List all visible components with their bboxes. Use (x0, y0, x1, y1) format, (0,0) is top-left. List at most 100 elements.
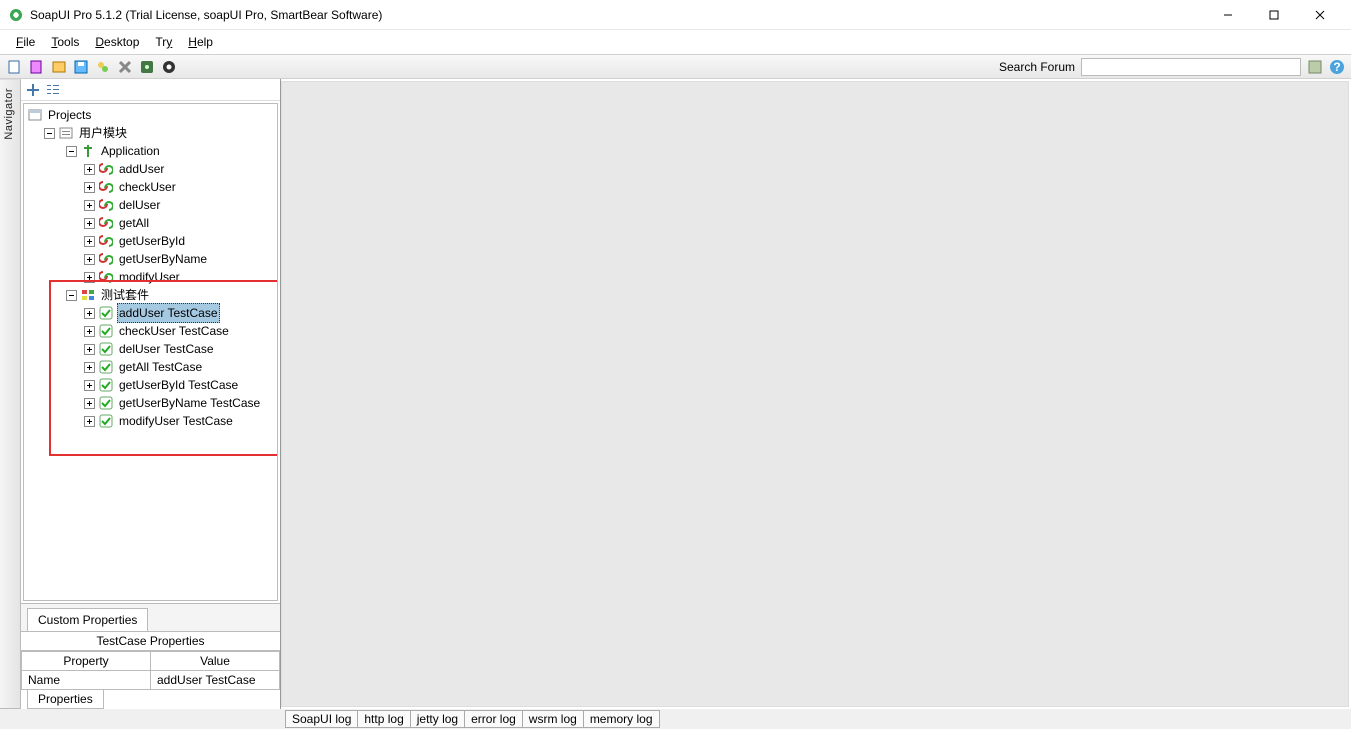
tree-testcase[interactable]: getUserById TestCase (26, 376, 275, 394)
search-area: Search Forum ? (999, 58, 1345, 76)
operation-icon (99, 252, 113, 266)
log-tab[interactable]: wsrm log (522, 710, 584, 728)
property-name-cell: Name (22, 671, 151, 690)
testcase-icon (99, 360, 113, 374)
menu-bar: File Tools Desktop Try Help (0, 30, 1351, 54)
tree-testcase[interactable]: getUserByName TestCase (26, 394, 275, 412)
log-tab[interactable]: SoapUI log (285, 710, 358, 728)
tab-custom-properties[interactable]: Custom Properties (27, 608, 148, 631)
tree-interface[interactable]: Application (26, 142, 275, 160)
help-icon[interactable]: ? (1329, 59, 1345, 75)
tree-testsuite[interactable]: 测试套件 (26, 286, 275, 304)
tree-item-label: getUserByName TestCase (117, 394, 262, 412)
expand-toggle-icon[interactable] (84, 272, 95, 283)
collapse-toggle-icon[interactable] (66, 146, 77, 157)
project-icon (59, 126, 73, 140)
tree-item-label: getUserById TestCase (117, 376, 240, 394)
collapse-toggle-icon[interactable] (66, 290, 77, 301)
expand-toggle-icon[interactable] (84, 398, 95, 409)
search-go-icon[interactable] (1307, 59, 1323, 75)
testcase-icon (99, 342, 113, 356)
close-button[interactable] (1297, 1, 1343, 29)
testcase-icon (99, 324, 113, 338)
tree-item-label: checkUser TestCase (117, 322, 231, 340)
expand-toggle-icon[interactable] (84, 200, 95, 211)
tree-operation[interactable]: addUser (26, 160, 275, 178)
expand-toggle-icon[interactable] (84, 362, 95, 373)
expand-toggle-icon[interactable] (84, 236, 95, 247)
tree-item-label: getUserById (117, 232, 187, 250)
expand-toggle-icon[interactable] (84, 380, 95, 391)
log-tab[interactable]: memory log (583, 710, 660, 728)
expand-toggle-icon[interactable] (84, 326, 95, 337)
expand-toggle-icon[interactable] (84, 218, 95, 229)
properties-title: TestCase Properties (21, 631, 280, 651)
new-empty-project-icon[interactable] (6, 58, 24, 76)
tree-testcase[interactable]: checkUser TestCase (26, 322, 275, 340)
preferences-icon[interactable] (138, 58, 156, 76)
testcase-icon (99, 414, 113, 428)
menu-desktop[interactable]: Desktop (87, 33, 147, 51)
main-area: Navigator Projects 用户模块 Ap (0, 79, 1351, 709)
search-label: Search Forum (999, 60, 1075, 74)
operation-icon (99, 162, 113, 176)
log-tab[interactable]: http log (357, 710, 410, 728)
tree-item-label: delUser TestCase (117, 340, 216, 358)
testcase-icon (99, 306, 113, 320)
import-project-icon[interactable] (50, 58, 68, 76)
operation-icon (99, 216, 113, 230)
save-all-icon[interactable] (72, 58, 90, 76)
app-icon (8, 7, 24, 23)
expand-toggle-icon[interactable] (84, 344, 95, 355)
maximize-button[interactable] (1251, 1, 1297, 29)
tree-operation[interactable]: getUserByName (26, 250, 275, 268)
navigator-toolbar (21, 79, 280, 101)
main-toolbar: Search Forum ? (0, 54, 1351, 79)
forum-icon[interactable] (94, 58, 112, 76)
collapse-toggle-icon[interactable] (44, 128, 55, 139)
tab-properties[interactable]: Properties (27, 690, 104, 709)
properties-table: Property Value Name addUser TestCase (21, 651, 280, 690)
tools-icon[interactable] (116, 58, 134, 76)
property-value-cell[interactable]: addUser TestCase (151, 671, 280, 690)
tree-root-projects[interactable]: Projects (26, 106, 275, 124)
tree-item-label: checkUser (117, 178, 178, 196)
navigator-tab-label: Navigator (3, 88, 15, 140)
tree-operation[interactable]: delUser (26, 196, 275, 214)
tree-testcase[interactable]: delUser TestCase (26, 340, 275, 358)
tree-testcase[interactable]: modifyUser TestCase (26, 412, 275, 430)
project-tree[interactable]: Projects 用户模块 Application addUsercheckUs… (23, 103, 278, 601)
search-input[interactable] (1081, 58, 1301, 76)
tree-project[interactable]: 用户模块 (26, 124, 275, 142)
expand-toggle-icon[interactable] (84, 182, 95, 193)
tree-operation[interactable]: getUserById (26, 232, 275, 250)
tree-item-label: getUserByName (117, 250, 209, 268)
tree-item-label: addUser TestCase (117, 303, 220, 323)
navigator-tab[interactable]: Navigator (0, 79, 21, 709)
tree-operation[interactable]: modifyUser (26, 268, 275, 286)
tree-testcase[interactable]: addUser TestCase (26, 304, 275, 322)
menu-file[interactable]: File (8, 33, 43, 51)
proxy-icon[interactable] (160, 58, 178, 76)
desktop-area (281, 81, 1349, 707)
expand-toggle-icon[interactable] (84, 254, 95, 265)
log-tab[interactable]: jetty log (410, 710, 465, 728)
collapse-all-icon[interactable] (45, 82, 61, 98)
menu-tools[interactable]: Tools (43, 33, 87, 51)
tree-testcase[interactable]: getAll TestCase (26, 358, 275, 376)
operation-icon (99, 198, 113, 212)
expand-all-icon[interactable] (25, 82, 41, 98)
minimize-button[interactable] (1205, 1, 1251, 29)
new-soap-project-icon[interactable] (28, 58, 46, 76)
tree-item-label: modifyUser TestCase (117, 412, 235, 430)
expand-toggle-icon[interactable] (84, 308, 95, 319)
expand-toggle-icon[interactable] (84, 164, 95, 175)
log-tab[interactable]: error log (464, 710, 523, 728)
tree-operation[interactable]: checkUser (26, 178, 275, 196)
testcase-icon (99, 396, 113, 410)
menu-help[interactable]: Help (180, 33, 221, 51)
menu-try[interactable]: Try (147, 33, 180, 51)
table-row[interactable]: Name addUser TestCase (22, 671, 280, 690)
tree-operation[interactable]: getAll (26, 214, 275, 232)
expand-toggle-icon[interactable] (84, 416, 95, 427)
